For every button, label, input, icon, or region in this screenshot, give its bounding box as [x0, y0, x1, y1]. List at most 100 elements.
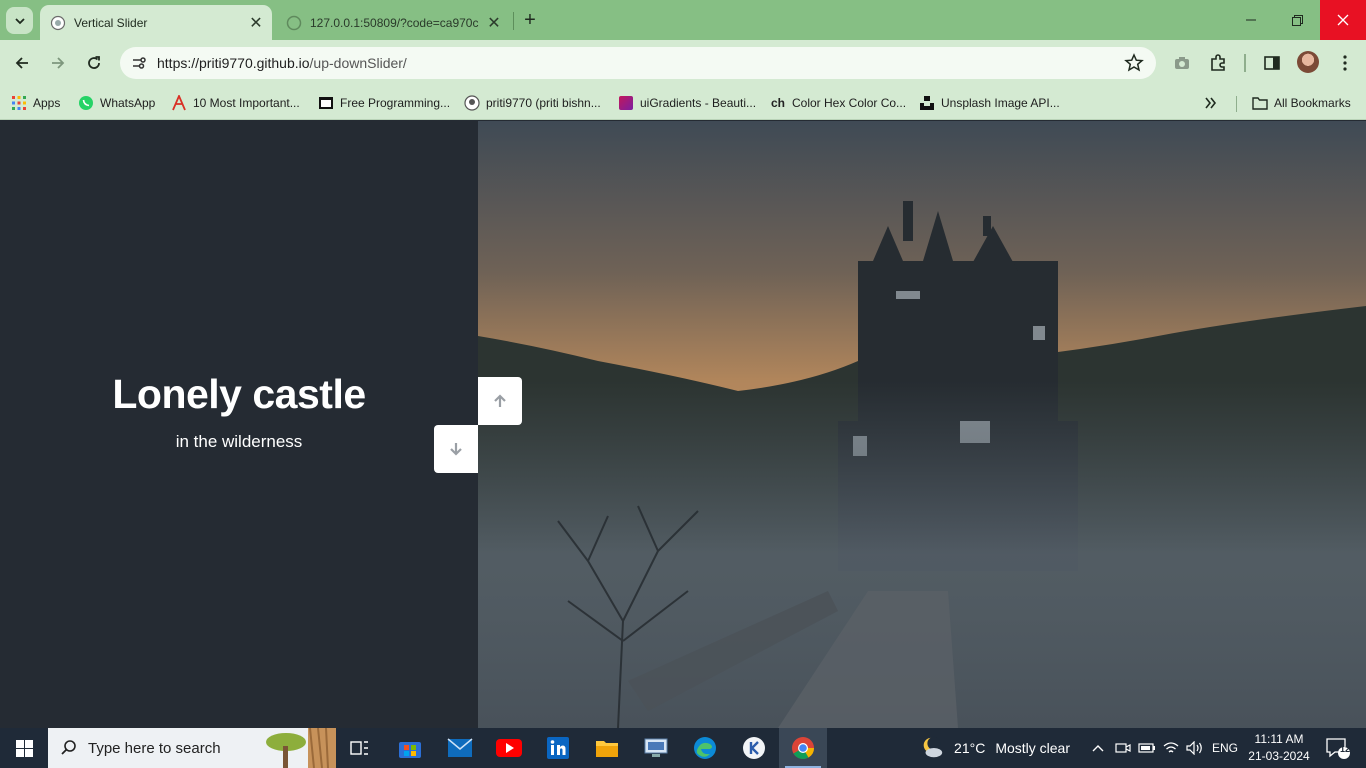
kebab-menu-icon: [1343, 55, 1347, 71]
windows-logo-icon: [15, 739, 33, 757]
bookmark-whatsapp[interactable]: WhatsApp: [78, 92, 155, 114]
battery-tray[interactable]: [1136, 728, 1158, 768]
screenshot-button[interactable]: [1171, 52, 1193, 74]
side-panel-button[interactable]: [1261, 52, 1283, 74]
restore-icon: [1291, 14, 1303, 26]
new-tab-button[interactable]: +: [519, 9, 541, 31]
clock-time: 11:11 AM: [1254, 732, 1304, 746]
slide-down-button[interactable]: [434, 425, 478, 473]
book-icon: [319, 97, 333, 109]
mail-icon: [447, 738, 473, 757]
search-icon: [61, 740, 76, 755]
bookmark-label: Free Programming...: [340, 96, 451, 110]
close-window-button[interactable]: [1320, 0, 1366, 40]
language-indicator[interactable]: ENG: [1208, 728, 1242, 768]
arrow-left-icon: [15, 57, 28, 69]
search-highlight-illustration-icon: [266, 728, 336, 768]
k-app-icon: [743, 737, 765, 759]
bookmark-star-icon[interactable]: [1124, 53, 1144, 73]
taskbar-edge[interactable]: [686, 728, 724, 768]
arrow-up-icon: [494, 394, 506, 407]
taskbar-app-k[interactable]: [735, 728, 773, 768]
slide-subtitle: in the wilderness: [175, 432, 303, 451]
arrow-right-icon: [52, 57, 65, 69]
taskbar-chrome[interactable]: [779, 728, 827, 768]
bookmark-github[interactable]: priti9770 (priti bishn...: [464, 92, 601, 114]
all-bookmarks-label: All Bookmarks: [1274, 96, 1351, 110]
system-clock[interactable]: 11:11 AM 21-03-2024: [1244, 731, 1314, 765]
forward-button[interactable]: [45, 50, 71, 76]
back-button[interactable]: [9, 50, 35, 76]
site-info-icon[interactable]: [128, 52, 150, 74]
bookmark-color-hex[interactable]: ch Color Hex Color Co...: [770, 92, 906, 114]
more-bookmarks-button[interactable]: [1204, 92, 1218, 114]
meet-now-tray[interactable]: [1112, 728, 1134, 768]
tab-localhost[interactable]: 127.0.0.1:50809/?code=ca970c ✕: [276, 5, 510, 40]
bookmarks-bar: Apps WhatsApp 10 Most Important... Free …: [0, 86, 1366, 120]
whatsapp-icon: [79, 96, 93, 110]
url-path: /up-downSlider/: [309, 55, 407, 71]
tab-search-button[interactable]: [6, 7, 33, 34]
bookmarks-divider: [1236, 96, 1237, 112]
url-text[interactable]: https://priti9770.github.io/up-downSlide…: [157, 55, 407, 71]
bookmark-label: uiGradients - Beauti...: [640, 96, 757, 110]
chrome-browser-icon: [792, 737, 814, 759]
ch-icon: ch: [770, 96, 785, 110]
taskbar-search-box[interactable]: Type here to search: [48, 728, 336, 768]
url-host: https://priti9770.github.io: [157, 55, 310, 71]
slide-up-button[interactable]: [478, 377, 522, 425]
chevron-down-icon: [14, 17, 25, 24]
close-tab-icon[interactable]: ✕: [486, 15, 502, 32]
close-icon: [1337, 14, 1349, 26]
network-tray[interactable]: [1160, 728, 1182, 768]
taskbar-file-explorer[interactable]: [588, 728, 626, 768]
tab-title: Vertical Slider: [74, 15, 148, 30]
taskbar-store[interactable]: [392, 728, 428, 768]
slide-image: [478, 121, 1366, 728]
bookmark-label: Color Hex Color Co...: [792, 96, 907, 110]
gradient-icon: [619, 96, 633, 110]
profile-avatar[interactable]: [1297, 51, 1319, 73]
extensions-button[interactable]: [1207, 52, 1229, 74]
search-placeholder: Type here to search: [88, 739, 221, 757]
minimize-button[interactable]: [1228, 0, 1274, 40]
bookmark-free-programming[interactable]: Free Programming...: [318, 92, 450, 114]
linkedin-icon: [547, 737, 569, 759]
youtube-icon: [496, 739, 522, 757]
show-hidden-icons-button[interactable]: [1088, 728, 1108, 768]
restore-button[interactable]: [1274, 0, 1320, 40]
slide-text-pane: Lonely castle in the wilderness: [0, 121, 478, 728]
weather-widget[interactable]: 21°C Mostly clear: [920, 728, 1070, 768]
action-center-button[interactable]: 12: [1318, 728, 1358, 768]
tab-divider: [513, 12, 514, 30]
tab-title: 127.0.0.1:50809/?code=ca970c: [310, 15, 479, 30]
edge-browser-icon: [694, 737, 716, 759]
windows-taskbar: Type here to search 21°C Mostly clear EN…: [0, 728, 1366, 768]
volume-tray[interactable]: [1184, 728, 1206, 768]
folder-icon: [1252, 97, 1268, 110]
taskbar-youtube[interactable]: [490, 728, 528, 768]
apps-grid-icon: [12, 96, 26, 110]
bookmark-apps[interactable]: Apps: [11, 92, 60, 114]
clock-date: 21-03-2024: [1248, 749, 1310, 763]
bookmark-unsplash[interactable]: Unsplash Image API...: [919, 92, 1060, 114]
bookmark-uigradients[interactable]: uiGradients - Beauti...: [618, 92, 756, 114]
taskbar-control-panel[interactable]: [637, 728, 675, 768]
tab-vertical-slider[interactable]: Vertical Slider ✕: [40, 5, 272, 40]
web-page: Lonely castle in the wilderness: [0, 121, 1366, 728]
slide-title: Lonely castle: [112, 371, 366, 417]
task-view-button[interactable]: [343, 728, 377, 768]
minimize-icon: [1246, 19, 1256, 21]
taskbar-mail[interactable]: [441, 728, 479, 768]
close-tab-icon[interactable]: ✕: [248, 15, 264, 32]
taskbar-linkedin[interactable]: [539, 728, 577, 768]
loading-globe-icon: [286, 15, 302, 30]
reload-button[interactable]: [81, 50, 107, 76]
address-bar[interactable]: https://priti9770.github.io/up-downSlide…: [120, 47, 1156, 79]
start-button[interactable]: [0, 728, 48, 768]
menu-button[interactable]: [1334, 52, 1356, 74]
bookmark-label: WhatsApp: [100, 96, 156, 110]
bookmark-most-important[interactable]: 10 Most Important...: [171, 92, 300, 114]
all-bookmarks-button[interactable]: All Bookmarks: [1252, 92, 1351, 114]
arrow-logo-icon: [172, 95, 186, 111]
